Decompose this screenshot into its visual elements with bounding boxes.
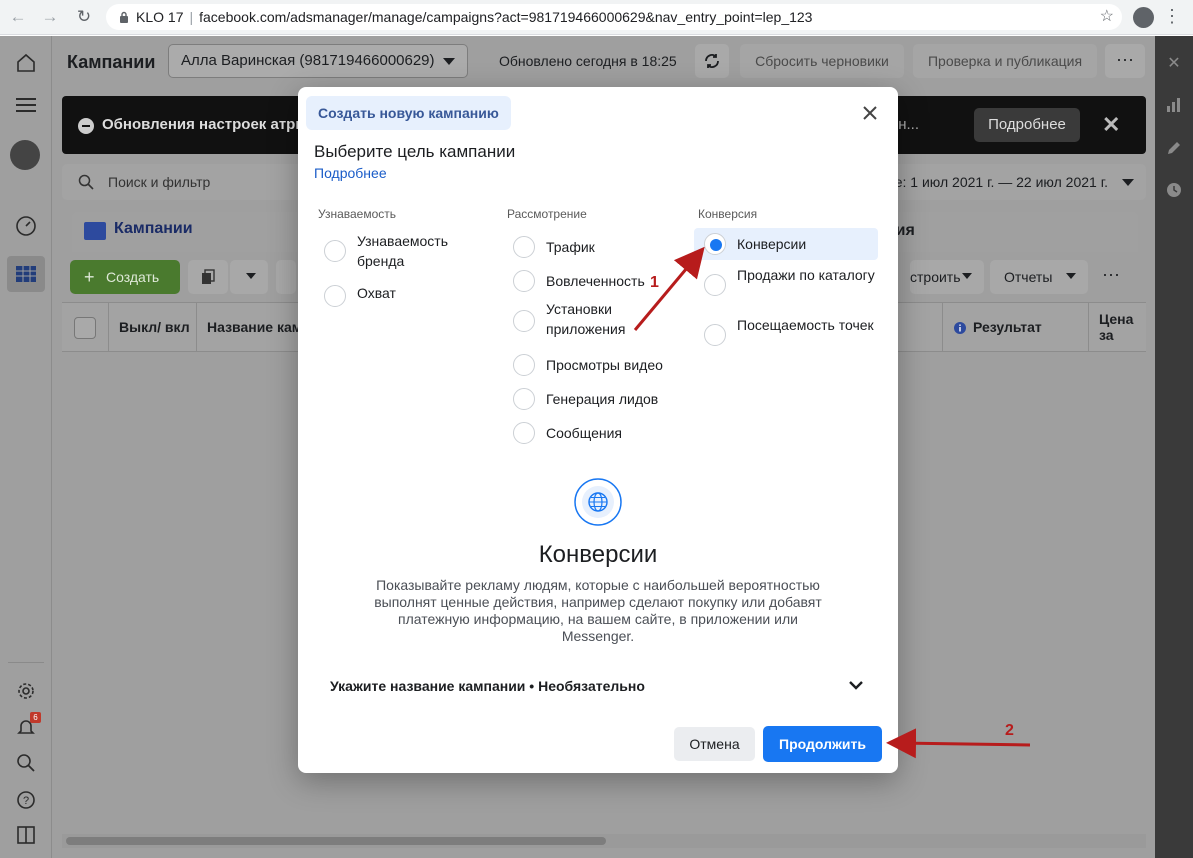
annotation-step-2: 2 bbox=[1005, 722, 1014, 739]
annotation-arrows bbox=[633, 246, 1031, 759]
annotation-arrow-1 bbox=[633, 246, 705, 331]
annotation-step-1: 1 bbox=[650, 274, 659, 291]
annotation-arrow-2 bbox=[886, 728, 1031, 759]
